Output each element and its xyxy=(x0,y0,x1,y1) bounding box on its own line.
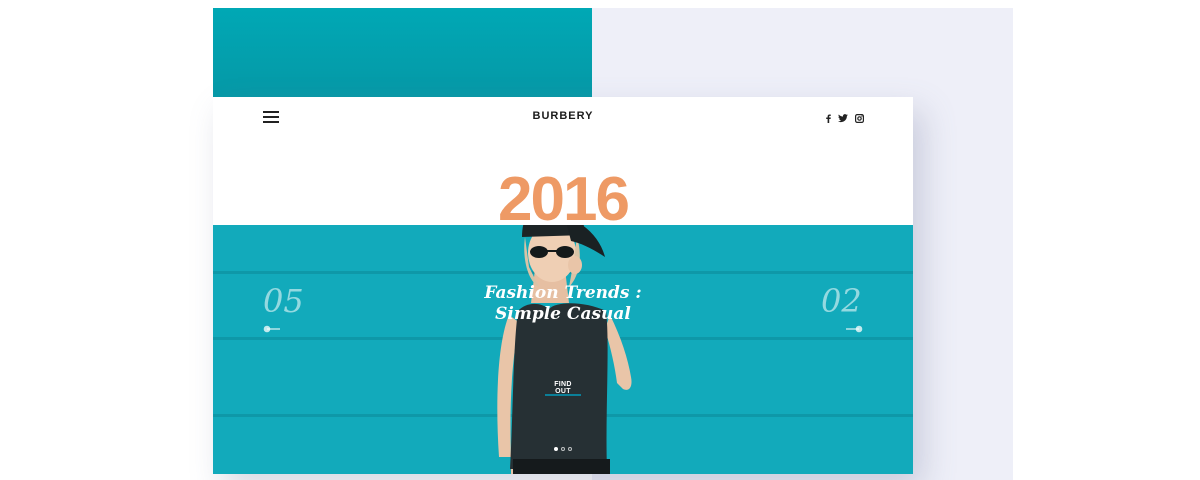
facebook-icon[interactable] xyxy=(826,110,831,128)
find-out-underline xyxy=(545,394,581,396)
model-photo xyxy=(497,225,632,474)
twitter-icon[interactable] xyxy=(838,110,848,128)
find-out-button[interactable]: FIND OUT xyxy=(546,381,580,395)
carousel-dots xyxy=(554,447,572,451)
brand-logo[interactable]: BURBERY xyxy=(213,110,913,122)
carousel-dot[interactable] xyxy=(561,447,565,451)
website-preview: BURBERY 2016 05 02 Fashion Trends: Simp… xyxy=(213,97,913,474)
hero-headline: Fashion Trends : Simple Casual xyxy=(213,283,913,325)
prev-arrow-icon[interactable] xyxy=(263,325,281,333)
social-links xyxy=(826,110,865,128)
year-heading: 2016 xyxy=(498,165,630,234)
hero-banner: 05 02 Fashion Trends : Simple Casual FIN… xyxy=(213,225,913,474)
headline-line-1: Fashion Trends : xyxy=(484,283,642,303)
headline-line-2: Simple Casual xyxy=(495,304,631,324)
next-arrow-icon[interactable] xyxy=(845,325,863,333)
carousel-dot[interactable] xyxy=(554,447,558,451)
carousel-dot[interactable] xyxy=(568,447,572,451)
instagram-icon[interactable] xyxy=(855,110,865,128)
